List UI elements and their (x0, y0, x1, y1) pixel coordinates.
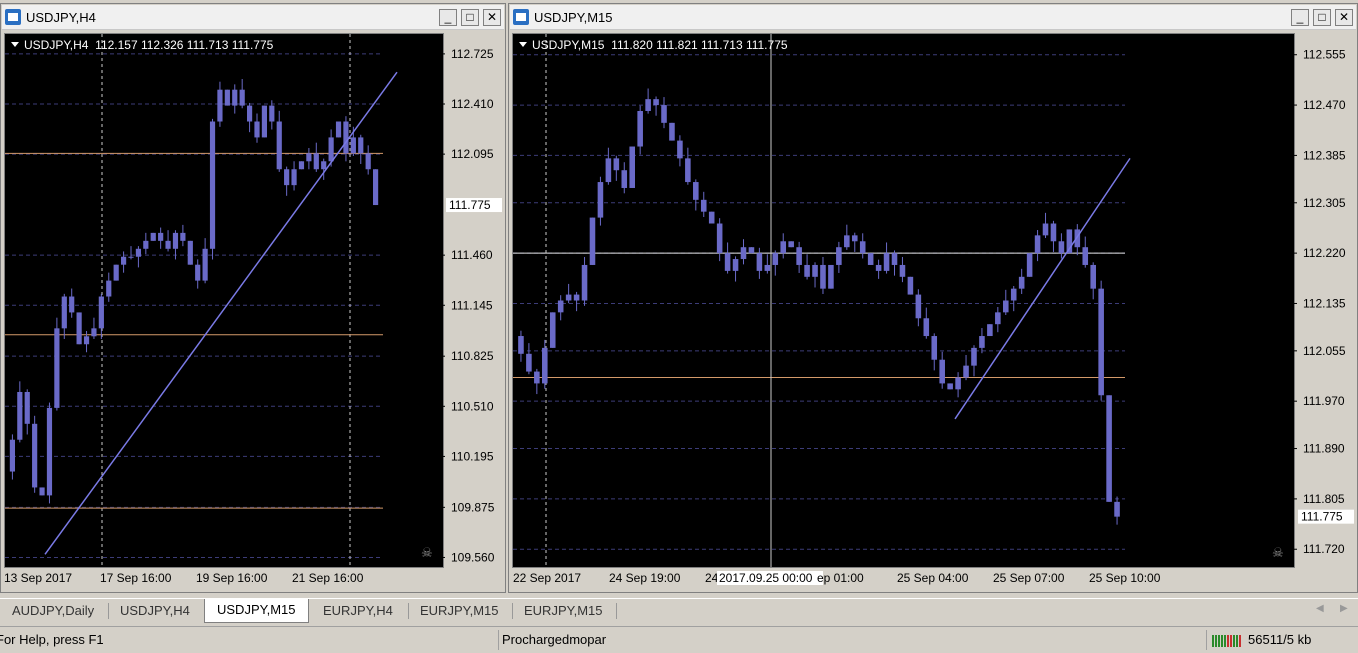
current-price-label: 111.775 (1301, 510, 1343, 524)
time-label: ep 01:00 (817, 571, 864, 585)
time-label: 25 Sep 04:00 (897, 571, 969, 585)
chart-tabs: AUDJPY,Daily USDJPY,H4 USDJPY,M15 EURJPY… (0, 598, 1358, 623)
price-label: 112.305 (1303, 196, 1346, 210)
price-label: 112.220 (1303, 246, 1346, 260)
tab-eurjpy-h4[interactable]: EURJPY,H4 (311, 600, 405, 621)
price-label: 111.145 (451, 298, 493, 312)
price-label: 109.875 (451, 500, 495, 514)
price-label: 111.460 (451, 248, 493, 262)
window-title: USDJPY,H4 (26, 10, 96, 25)
price-label: 112.055 (1303, 344, 1346, 358)
price-label: 111.970 (1303, 394, 1345, 408)
status-help: For Help, press F1 (0, 632, 104, 647)
time-label: 22 Sep 2017 (513, 571, 581, 585)
price-label: 112.725 (451, 47, 494, 61)
tab-usdjpy-h4[interactable]: USDJPY,H4 (108, 600, 202, 621)
price-label: 112.470 (1303, 98, 1346, 112)
close-button[interactable]: ✕ (1335, 9, 1353, 26)
price-label: 112.095 (451, 147, 494, 161)
tab-scroll-left-icon[interactable]: ◀ (1316, 603, 1324, 614)
time-label: 24 Sep 19:00 (609, 571, 681, 585)
chart-window-m15[interactable]: USDJPY,M15 _ □ ✕ ☠ USDJPY,M15 111.820 11… (508, 3, 1358, 593)
price-label: 112.385 (1303, 148, 1346, 162)
window-title: USDJPY,M15 (534, 10, 613, 25)
tab-eurjpy-m15-2[interactable]: EURJPY,M15 (512, 600, 615, 621)
tab-usdjpy-m15[interactable]: USDJPY,M15 (204, 599, 309, 623)
connection-bars-icon (1212, 635, 1241, 647)
time-label: 25 Sep 10:00 (1089, 571, 1161, 585)
close-button[interactable]: ✕ (483, 9, 501, 26)
tab-scroll-right-icon[interactable]: ▶ (1340, 603, 1348, 614)
minimize-button[interactable]: _ (439, 9, 457, 26)
tab-eurjpy-m15[interactable]: EURJPY,M15 (408, 600, 511, 621)
price-label: 110.195 (451, 449, 494, 463)
chart-window-icon (513, 9, 529, 25)
window-titlebar[interactable]: USDJPY,M15 _ □ ✕ (510, 5, 1356, 30)
time-label: 21 Sep 16:00 (292, 571, 364, 585)
status-separator (1206, 630, 1207, 650)
status-bar: For Help, press F1 Prochargedmopar 56511… (0, 626, 1358, 653)
time-label: 19 Sep 16:00 (196, 571, 268, 585)
status-traffic: 56511/5 kb (1248, 632, 1312, 647)
tab-separator (616, 603, 617, 619)
minimize-button[interactable]: _ (1291, 9, 1309, 26)
price-label: 112.135 (1303, 296, 1346, 310)
price-label: 110.510 (451, 399, 494, 413)
price-time-axes: 112.725 112.410 112.095 111.775 111.460 111.1… (4, 47, 502, 585)
price-label: 112.410 (451, 97, 494, 111)
current-price-label: 111.775 (449, 198, 491, 212)
time-label: 13 Sep 2017 (4, 571, 72, 585)
price-label: 109.560 (451, 550, 495, 564)
price-label: 110.825 (451, 349, 494, 363)
time-label: 25 Sep 07:00 (993, 571, 1065, 585)
window-titlebar[interactable]: USDJPY,H4 _ □ ✕ (2, 5, 504, 30)
chart-window-icon (5, 9, 21, 25)
time-label: 17 Sep 16:00 (100, 571, 172, 585)
status-separator (498, 630, 499, 650)
price-label: 111.890 (1303, 442, 1345, 456)
time-label: 2017.09.25 00:00 (719, 571, 813, 585)
time-label: 24 (705, 571, 719, 585)
maximize-button[interactable]: □ (1313, 9, 1331, 26)
status-profile: Prochargedmopar (502, 632, 607, 647)
price-time-axes: 112.555 112.470 112.385 112.305 112.220 112.1… (513, 48, 1354, 585)
price-label: 112.555 (1303, 48, 1346, 62)
tab-audjpy-daily[interactable]: AUDJPY,Daily (0, 600, 106, 621)
price-label: 111.805 (1303, 492, 1345, 506)
chart-window-h4[interactable]: USDJPY,H4 _ □ ✕ ☠ USDJPY,H4 112.157 112.… (0, 3, 506, 593)
price-label: 111.720 (1303, 542, 1345, 556)
maximize-button[interactable]: □ (461, 9, 479, 26)
